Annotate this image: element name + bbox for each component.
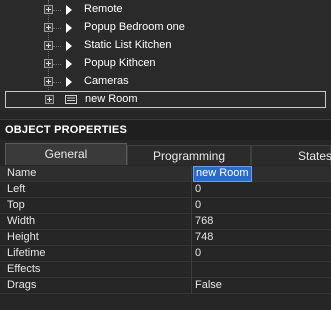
- tab-label: General: [44, 147, 88, 161]
- tree-item-cameras[interactable]: Cameras: [0, 73, 331, 91]
- property-name: Height: [7, 231, 39, 243]
- object-properties-header: OBJECT PROPERTIES: [0, 119, 331, 140]
- property-name: Left: [7, 183, 26, 195]
- property-value[interactable]: False: [195, 279, 222, 291]
- property-name: Lifetime: [7, 247, 46, 259]
- property-name: Drags: [7, 279, 37, 291]
- property-name: Top: [7, 199, 25, 211]
- property-name: Width: [7, 215, 36, 227]
- tab-label: Programming: [152, 149, 226, 163]
- property-value[interactable]: 0: [195, 183, 201, 195]
- tree-item-popup-kithcen[interactable]: Popup Kithcen: [0, 55, 331, 73]
- room-list-icon: [65, 95, 77, 104]
- expand-icon[interactable]: [44, 77, 53, 86]
- property-row-left[interactable]: Left 0: [0, 182, 331, 198]
- tree-item-label: Popup Kithcen: [84, 57, 156, 69]
- tree-branch-line: [53, 64, 61, 65]
- property-row-drags[interactable]: Drags False: [0, 278, 331, 294]
- chevron-right-icon: [66, 5, 72, 15]
- tab-programming[interactable]: Programming: [127, 145, 251, 165]
- tree-item-label: Remote: [84, 3, 123, 15]
- expand-icon[interactable]: [45, 95, 54, 104]
- property-grid: Name new Room Left 0 Top 0 Width 768 Hei…: [0, 166, 331, 310]
- properties-tab-bar: General Programming States: [0, 143, 331, 165]
- tab-label: States: [298, 149, 331, 163]
- property-name: Effects: [7, 263, 41, 275]
- tree-item-label: Popup Bedroom one: [84, 21, 185, 33]
- column-divider: [191, 166, 192, 294]
- expand-icon[interactable]: [44, 59, 53, 68]
- property-value[interactable]: 0: [195, 247, 201, 259]
- tree-item-label: Static List Kitchen: [84, 39, 172, 51]
- property-row-width[interactable]: Width 768: [0, 214, 331, 230]
- object-tree: Remote Popup Bedroom one Static List Kit…: [0, 0, 331, 111]
- chevron-right-icon: [66, 23, 72, 33]
- property-value-input[interactable]: new Room: [193, 166, 252, 182]
- tree-branch-line: [53, 10, 61, 11]
- tab-general[interactable]: General: [5, 143, 127, 165]
- expand-icon[interactable]: [44, 5, 53, 14]
- panel-title: OBJECT PROPERTIES: [5, 124, 127, 136]
- tree-item-new-room[interactable]: new Room: [5, 91, 326, 108]
- tree-item-label: Cameras: [84, 75, 129, 87]
- property-row-top[interactable]: Top 0: [0, 198, 331, 214]
- tree-item-label: new Room: [85, 93, 138, 105]
- tree-item-static-list-kitchen[interactable]: Static List Kitchen: [0, 37, 331, 55]
- property-name: Name: [7, 167, 37, 179]
- chevron-right-icon: [66, 59, 72, 69]
- property-value[interactable]: 768: [195, 215, 213, 227]
- property-row-name[interactable]: Name new Room: [0, 166, 331, 182]
- tree-branch-line: [53, 28, 61, 29]
- chevron-right-icon: [66, 77, 72, 87]
- tree-branch-line: [53, 82, 61, 83]
- tree-item-popup-bedroom-one[interactable]: Popup Bedroom one: [0, 19, 331, 37]
- property-row-height[interactable]: Height 748: [0, 230, 331, 246]
- tab-states[interactable]: States: [251, 145, 331, 165]
- property-value[interactable]: 748: [195, 231, 213, 243]
- property-row-lifetime[interactable]: Lifetime 0: [0, 246, 331, 262]
- expand-icon[interactable]: [44, 41, 53, 50]
- property-row-effects[interactable]: Effects: [0, 262, 331, 278]
- tree-branch-line: [53, 46, 61, 47]
- tree-item-remote[interactable]: Remote: [0, 1, 331, 19]
- chevron-right-icon: [66, 41, 72, 51]
- property-value[interactable]: 0: [195, 199, 201, 211]
- expand-icon[interactable]: [44, 23, 53, 32]
